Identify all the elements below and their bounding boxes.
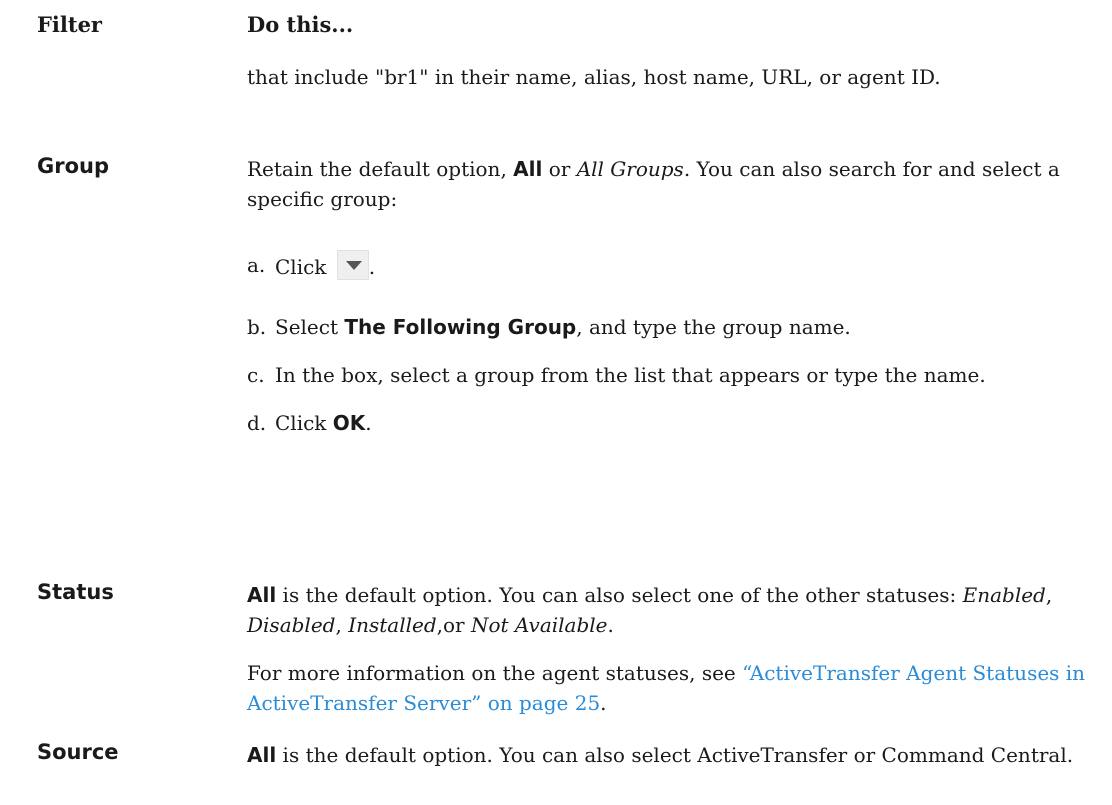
ok-button-label: OK [332,411,366,435]
status-description: All is the default option. You can also … [247,580,1092,718]
group-term: Group [37,154,110,178]
the-following-group-option: The Following Group [344,315,577,339]
document-page: Filter Do this... that include "br1" in … [0,0,1112,805]
list-item-step-a: a. Click . [247,250,1092,282]
group-steps-list: a. Click . b. Select The Following Group… [247,250,1092,438]
all-groups-option: All Groups [576,157,684,181]
group-description: Retain the default option, All or All Gr… [247,154,1092,438]
continuation-description: that include "br1" in their name, alias,… [247,62,1092,92]
continuation-text: that include "br1" in their name, alias,… [247,65,941,89]
all-option: All [513,157,543,181]
list-item-step-b: b. Select The Following Group, and type … [247,315,851,339]
dropdown-arrow-icon [336,250,369,280]
status-options-text: All is the default option. You can also … [247,583,1053,637]
group-intro: Retain the default option, All or All Gr… [247,157,1060,211]
table-header: Filter Do this... [0,12,1112,52]
do-this-column-header: Do this... [247,12,354,37]
source-description: All is the default option. You can also … [247,740,1092,770]
source-term: Source [37,740,119,764]
list-item-step-d: d. Click OK. [247,411,372,435]
status-term: Status [37,580,114,604]
source-text: All is the default option. You can also … [247,743,1074,767]
status-more-info: For more information on the agent status… [247,661,1086,715]
list-item-step-c: c. In the box, select a group from the l… [247,363,986,387]
filter-column-header: Filter [37,12,102,37]
